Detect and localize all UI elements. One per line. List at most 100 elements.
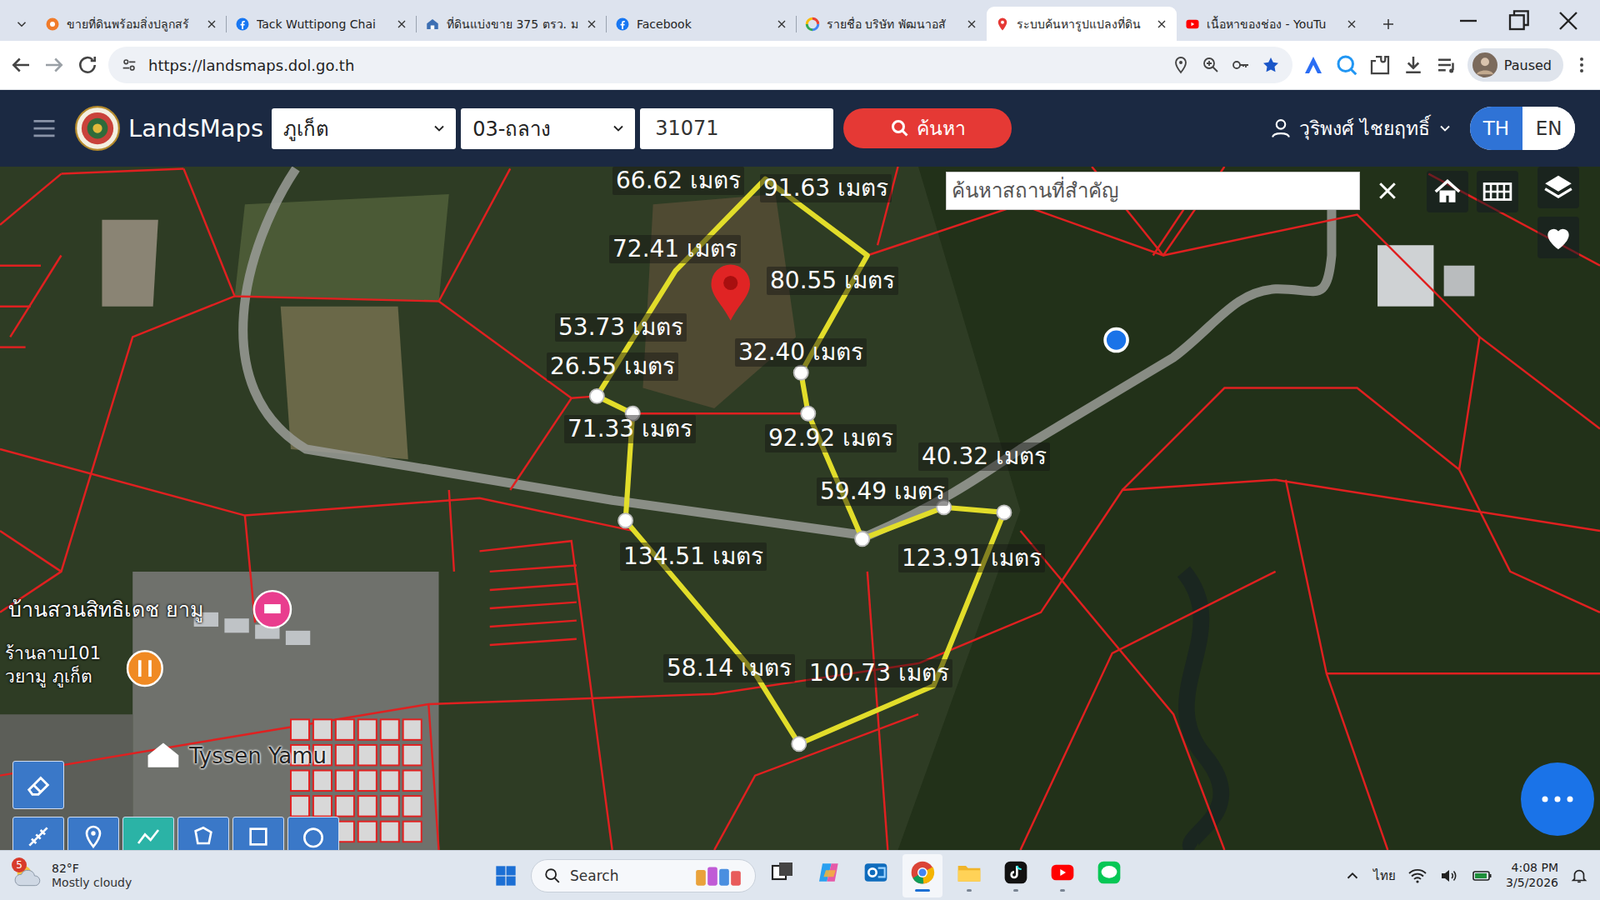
- tab-title[interactable]: ที่ดินแบ่งขาย 375 ตรว. ม: [446, 15, 579, 34]
- measure-tool-button[interactable]: [12, 816, 65, 850]
- eraser-tool-button[interactable]: [12, 760, 65, 810]
- place-label[interactable]: Tyssen Yamu: [189, 743, 327, 770]
- close-icon[interactable]: [775, 17, 789, 31]
- back-icon[interactable]: [8, 52, 34, 78]
- zoom-icon[interactable]: [1200, 55, 1221, 75]
- line-tool-button[interactable]: [122, 816, 175, 850]
- taskbar-app[interactable]: [762, 854, 803, 898]
- battery-icon[interactable]: [1470, 865, 1495, 886]
- taskbar-search-label[interactable]: Search: [570, 867, 619, 885]
- restore-icon[interactable]: [1493, 4, 1544, 38]
- close-icon[interactable]: [205, 17, 219, 31]
- polygon-tool-button[interactable]: [177, 816, 230, 850]
- url-text[interactable]: https://landsmaps.dol.go.th: [148, 56, 355, 75]
- close-window-icon[interactable]: [1543, 4, 1594, 38]
- browser-tab[interactable]: ขายที่ดินพร้อมสิ่งปลูกสร้: [36, 6, 227, 41]
- volume-icon[interactable]: [1439, 865, 1460, 886]
- tab-title[interactable]: Tack Wuttipong Chai: [256, 17, 389, 31]
- search-button-label[interactable]: ค้นหา: [916, 113, 966, 144]
- taskbar-app[interactable]: [949, 854, 990, 898]
- place-label[interactable]: วยามู ภูเก็ต: [5, 666, 93, 688]
- minimize-icon[interactable]: [1443, 4, 1494, 38]
- extension-a-icon[interactable]: [1300, 52, 1326, 78]
- close-icon[interactable]: [585, 17, 599, 31]
- browser-tab[interactable]: รายชื่อ บริษัท พัฒนาอสั: [796, 6, 987, 41]
- map-view[interactable]: 66.62 เมตร91.63 เมตร72.41 เมตร80.55 เมตร…: [0, 166, 1600, 850]
- home-button[interactable]: [1426, 170, 1469, 213]
- close-icon[interactable]: [965, 17, 979, 31]
- user-name[interactable]: วุริพงศ์ ไชยฤทธิ์: [1299, 113, 1430, 144]
- taskbar-app[interactable]: [809, 854, 850, 898]
- close-search-icon[interactable]: [1375, 178, 1400, 204]
- browser-tab[interactable]: Tack Wuttipong Chai: [226, 6, 417, 41]
- province-select-value[interactable]: ภูเก็ต: [283, 112, 426, 145]
- media-control-icon[interactable]: [1434, 52, 1460, 78]
- taskbar-app[interactable]: [995, 854, 1036, 898]
- taskbar-app[interactable]: [1089, 854, 1130, 898]
- tab-title[interactable]: ขายที่ดินพร้อมสิ่งปลูกสร้: [66, 15, 199, 34]
- more-tools-button[interactable]: [1520, 762, 1595, 836]
- search-button[interactable]: ค้นหา: [843, 108, 1012, 149]
- more-menu-icon[interactable]: [1571, 52, 1592, 78]
- language-label[interactable]: TH: [1483, 117, 1510, 140]
- browser-tab[interactable]: ระบบค้นหารูปแปลงที่ดิน: [986, 6, 1177, 41]
- place-label[interactable]: บ้านสวนสิทธิเดช ยามู: [8, 597, 204, 623]
- input-language[interactable]: ไทย: [1373, 865, 1396, 886]
- district-select-value[interactable]: 03-ถลาง: [472, 112, 605, 145]
- parcel-number-input[interactable]: [640, 108, 834, 150]
- place-label[interactable]: ร้านลาบ101: [5, 643, 101, 665]
- grid-button[interactable]: [1476, 170, 1519, 213]
- browser-tab[interactable]: เนื้อหาของช่อง - YouTu: [1176, 6, 1367, 41]
- tab-title[interactable]: ระบบค้นหารูปแปลงที่ดิน: [1016, 15, 1149, 34]
- notification-bell-icon[interactable]: [1570, 866, 1589, 885]
- taskbar-app[interactable]: [855, 854, 896, 898]
- clock[interactable]: 4:08 PM3/5/2026: [1505, 860, 1559, 890]
- circle-tool-button[interactable]: [287, 816, 340, 850]
- reload-icon[interactable]: [75, 52, 100, 78]
- profile-button[interactable]: Paused: [1467, 48, 1564, 82]
- tab-title[interactable]: Facebook: [636, 17, 769, 31]
- browser-tab[interactable]: Facebook: [606, 6, 797, 41]
- close-icon[interactable]: [1155, 17, 1169, 31]
- province-select[interactable]: ภูเก็ต: [271, 108, 456, 150]
- bookmark-star-icon[interactable]: [1260, 55, 1281, 75]
- user-menu[interactable]: วุริพงศ์ ไชยฤทธิ์: [1269, 113, 1454, 144]
- clock-time[interactable]: 4:08 PM: [1511, 860, 1559, 876]
- show-hidden-icons-icon[interactable]: [1343, 866, 1362, 885]
- start-button[interactable]: [487, 857, 525, 895]
- rectangle-tool-button[interactable]: [232, 816, 285, 850]
- extensions-icon[interactable]: [1367, 52, 1393, 78]
- site-settings-icon[interactable]: [120, 55, 139, 75]
- close-icon[interactable]: [1345, 17, 1359, 31]
- close-icon[interactable]: [395, 17, 409, 31]
- new-tab-button[interactable]: [1371, 6, 1405, 41]
- address-bar[interactable]: https://landsmaps.dol.go.th: [108, 46, 1293, 84]
- tab-title[interactable]: รายชื่อ บริษัท พัฒนาอสั: [826, 15, 959, 34]
- hamburger-menu-icon[interactable]: [28, 115, 60, 141]
- wifi-icon[interactable]: [1407, 865, 1428, 886]
- explorer-app-icon: [955, 859, 983, 886]
- language-option[interactable]: EN: [1522, 106, 1575, 150]
- download-icon[interactable]: [1400, 52, 1426, 78]
- layers-button[interactable]: [1537, 166, 1580, 209]
- profile-label[interactable]: Paused: [1504, 57, 1552, 74]
- search-icon: [543, 866, 562, 885]
- weather-widget[interactable]: 582°FMostly cloudy: [11, 859, 132, 893]
- taskbar-app[interactable]: [1042, 854, 1083, 898]
- tab-search-button[interactable]: [6, 6, 37, 41]
- password-key-icon[interactable]: [1230, 55, 1251, 75]
- language-label[interactable]: EN: [1535, 117, 1563, 140]
- clock-date[interactable]: 3/5/2026: [1505, 875, 1559, 891]
- favorite-heart-button[interactable]: [1537, 216, 1580, 259]
- place-search-input[interactable]: [945, 171, 1360, 210]
- language-option[interactable]: TH: [1470, 106, 1523, 150]
- browser-tab[interactable]: ที่ดินแบ่งขาย 375 ตรว. ม: [416, 6, 607, 41]
- extension-search-icon[interactable]: [1334, 52, 1360, 78]
- forward-icon[interactable]: [41, 52, 67, 78]
- taskbar-search[interactable]: Search: [530, 859, 756, 893]
- taskbar-app[interactable]: [902, 854, 943, 898]
- district-select[interactable]: 03-ถลาง: [460, 108, 635, 150]
- location-icon[interactable]: [1170, 55, 1191, 75]
- pin-tool-button[interactable]: [67, 816, 120, 850]
- tab-title[interactable]: เนื้อหาของช่อง - YouTu: [1206, 15, 1339, 34]
